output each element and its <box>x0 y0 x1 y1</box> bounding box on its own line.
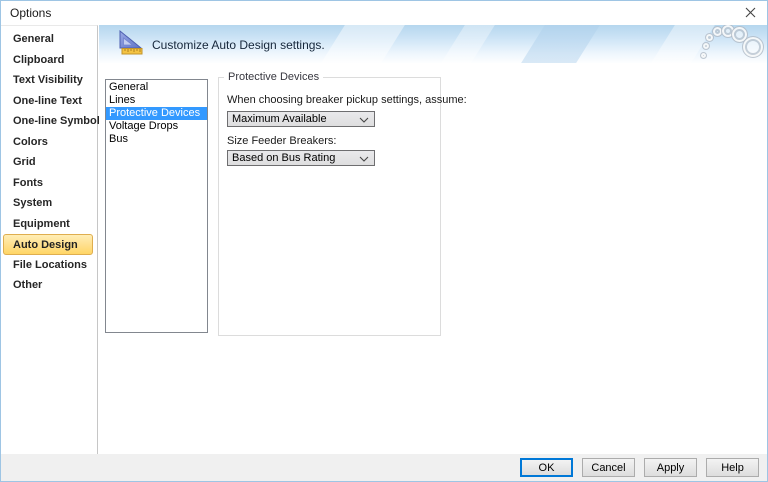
feeder-breakers-label: Size Feeder Breakers: <box>227 135 336 147</box>
page-banner: Customize Auto Design settings. <box>99 25 767 63</box>
sidebar-item-system[interactable]: System <box>1 193 93 214</box>
chevron-down-icon <box>359 156 369 162</box>
sidebar-item-text-visibility[interactable]: Text Visibility <box>1 70 93 91</box>
protective-devices-group: Protective Devices When choosing breaker… <box>218 77 441 336</box>
banner-message: Customize Auto Design settings. <box>152 38 325 52</box>
feeder-breakers-select[interactable]: Based on Bus Rating <box>227 150 375 166</box>
category-item-general[interactable]: General <box>106 81 207 94</box>
sidebar-item-one-line-text[interactable]: One-line Text <box>1 91 93 112</box>
category-item-voltage-drops[interactable]: Voltage Drops <box>106 120 207 133</box>
category-item-protective-devices[interactable]: Protective Devices <box>106 107 207 120</box>
category-item-lines[interactable]: Lines <box>106 94 207 107</box>
close-icon <box>745 5 756 23</box>
title-bar: Options <box>1 1 767 25</box>
window-title: Options <box>10 6 51 20</box>
group-title: Protective Devices <box>224 71 323 83</box>
options-dialog: Options General Clipboard Text Visibilit… <box>0 0 768 482</box>
chevron-down-icon <box>359 117 369 123</box>
sidebar-item-file-locations[interactable]: File Locations <box>1 255 93 276</box>
cancel-button[interactable]: Cancel <box>582 458 635 477</box>
ok-button[interactable]: OK <box>520 458 573 477</box>
sidebar-item-fonts[interactable]: Fonts <box>1 173 93 194</box>
auto-design-icon <box>114 29 146 62</box>
sidebar-item-clipboard[interactable]: Clipboard <box>1 50 93 71</box>
feeder-breakers-value: Based on Bus Rating <box>232 152 335 164</box>
sidebar-item-other[interactable]: Other <box>1 275 93 296</box>
breaker-pickup-select[interactable]: Maximum Available <box>227 111 375 127</box>
sidebar-item-equipment[interactable]: Equipment <box>1 214 93 235</box>
breaker-pickup-label: When choosing breaker pickup settings, a… <box>227 94 467 106</box>
close-button[interactable] <box>743 7 757 21</box>
help-button[interactable]: Help <box>706 458 759 477</box>
auto-design-category-list[interactable]: General Lines Protective Devices Voltage… <box>105 79 208 333</box>
sidebar-item-one-line-symbols[interactable]: One-line Symbols <box>1 111 93 132</box>
apply-button[interactable]: Apply <box>644 458 697 477</box>
breaker-pickup-value: Maximum Available <box>232 113 327 125</box>
dialog-footer: OK Cancel Apply Help <box>1 454 767 481</box>
options-sidebar: General Clipboard Text Visibility One-li… <box>1 25 98 454</box>
category-item-bus[interactable]: Bus <box>106 133 207 146</box>
sidebar-item-colors[interactable]: Colors <box>1 132 93 153</box>
auto-design-page: General Lines Protective Devices Voltage… <box>99 63 767 454</box>
sidebar-item-auto-design[interactable]: Auto Design <box>3 234 93 255</box>
sidebar-item-general[interactable]: General <box>1 29 93 50</box>
sidebar-item-grid[interactable]: Grid <box>1 152 93 173</box>
logo-swirl-decoration <box>685 25 767 63</box>
